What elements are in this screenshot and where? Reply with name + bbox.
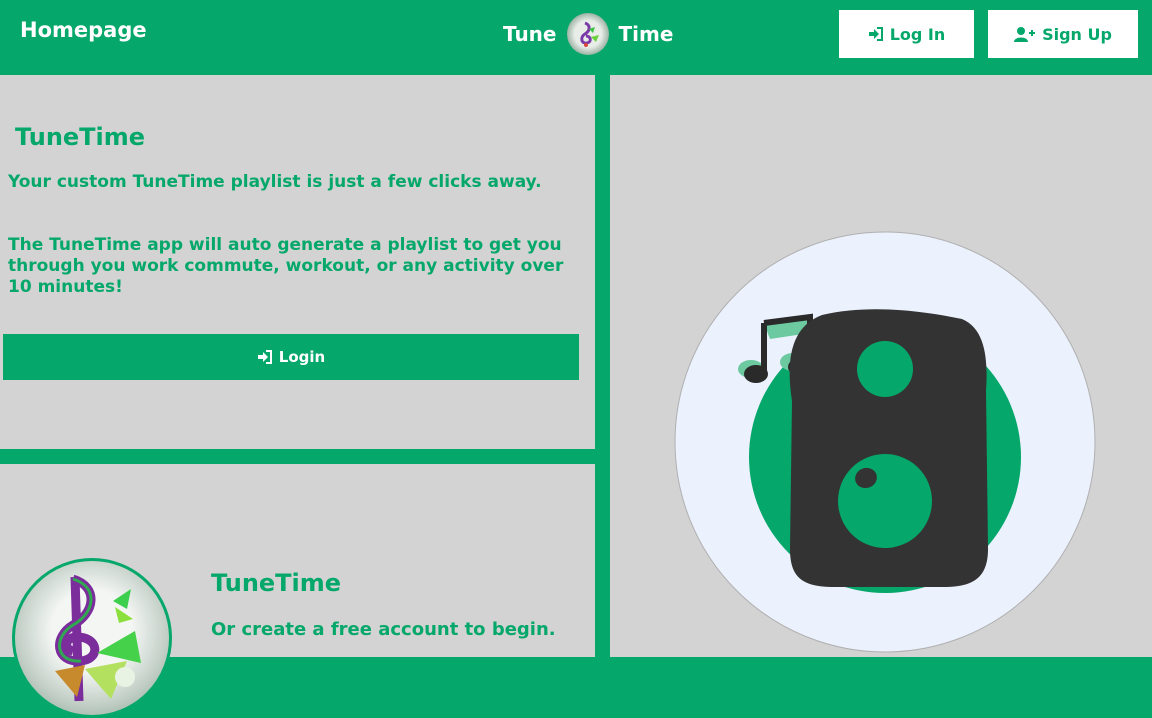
intro-text-2: The TuneTime app will auto generate a pl… — [8, 235, 564, 297]
illustration-panel — [610, 75, 1152, 657]
treble-clef-butterfly-image — [55, 574, 141, 702]
app-logo — [12, 558, 172, 718]
signup-button-label: Sign Up — [1042, 24, 1112, 44]
intro-text-1: Your custom TuneTime playlist is just a … — [8, 172, 542, 192]
signup-panel: TuneTime Or create a free account to beg… — [0, 464, 595, 718]
login-button-label: Log In — [889, 24, 946, 44]
signup-text: Or create a free account to begin. — [211, 619, 556, 640]
speaker-illustration — [674, 231, 1096, 653]
sign-in-icon — [868, 27, 883, 41]
intro-title: TuneTime — [15, 123, 146, 151]
treble-clef-icon — [579, 21, 599, 47]
speaker-woofer — [838, 454, 932, 548]
homepage-link[interactable]: Homepage — [20, 18, 147, 42]
intro-login-label: Login — [278, 348, 326, 366]
signup-title: TuneTime — [211, 569, 342, 597]
signup-button[interactable]: Sign Up — [988, 10, 1138, 58]
login-button[interactable]: Log In — [839, 10, 974, 58]
intro-login-button[interactable]: Login — [3, 334, 579, 380]
top-navbar: Homepage Tune Time Log In Sign Up — [0, 0, 1152, 75]
sign-in-icon — [257, 350, 272, 364]
speaker-tweeter — [857, 341, 913, 397]
brand-logo — [566, 13, 609, 55]
user-plus-icon — [1014, 26, 1036, 42]
brand-right-text: Time — [618, 22, 674, 46]
brand: Tune Time — [503, 12, 673, 56]
brand-left-text: Tune — [503, 22, 557, 46]
intro-panel: TuneTime Your custom TuneTime playlist i… — [0, 75, 595, 449]
